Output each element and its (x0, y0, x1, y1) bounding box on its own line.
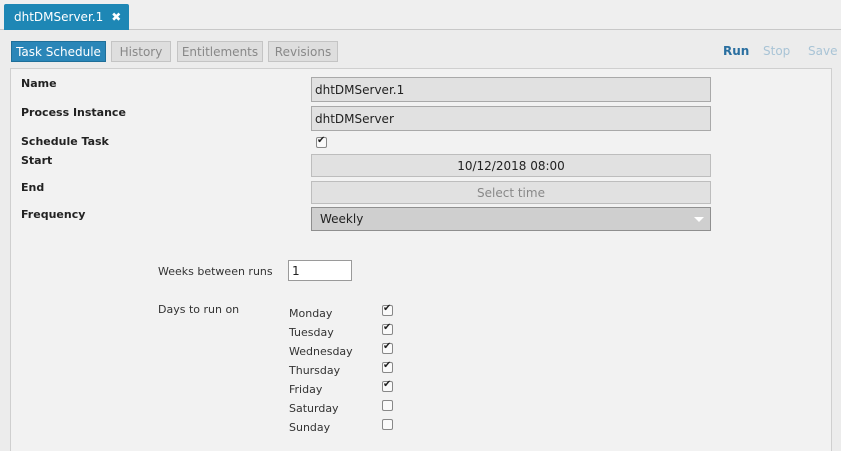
day-label-saturday: Saturday (289, 402, 339, 415)
name-label: Name (21, 77, 57, 90)
tab-entitlements[interactable]: Entitlements (177, 41, 263, 62)
days-to-run-on-label: Days to run on (158, 303, 240, 316)
document-tab[interactable]: dhtDMServer.1 ✖ (4, 4, 130, 30)
weeks-between-runs-input[interactable]: 1 (288, 260, 352, 281)
tab-revisions[interactable]: Revisions (268, 41, 338, 62)
schedule-task-checkbox[interactable] (316, 135, 327, 148)
tab-task-schedule[interactable]: Task Schedule (11, 41, 106, 62)
day-checkbox-thursday[interactable] (382, 360, 393, 373)
stop-button[interactable]: Stop (763, 44, 790, 58)
day-checkbox-wednesday[interactable] (382, 341, 393, 354)
document-tab-label: dhtDMServer.1 (14, 10, 104, 24)
save-button[interactable]: Save (808, 44, 837, 58)
close-icon[interactable]: ✖ (111, 11, 121, 23)
frequency-value: Weekly (320, 212, 364, 226)
weeks-between-runs-label: Weeks between runs (158, 265, 273, 278)
day-checkbox-saturday[interactable] (382, 400, 393, 411)
chevron-down-icon (694, 217, 704, 222)
day-label-monday: Monday (289, 307, 333, 320)
process-instance-label: Process Instance (21, 106, 126, 119)
day-label-wednesday: Wednesday (289, 345, 353, 358)
end-label: End (21, 181, 45, 194)
run-button[interactable]: Run (723, 44, 749, 58)
day-checkbox-tuesday[interactable] (382, 322, 393, 335)
day-label-sunday: Sunday (289, 421, 331, 434)
process-instance-field[interactable]: dhtDMServer (311, 106, 711, 131)
frequency-label: Frequency (21, 208, 86, 221)
day-checkbox-sunday[interactable] (382, 419, 393, 430)
schedule-task-label: Schedule Task (21, 135, 109, 148)
tab-history[interactable]: History (111, 41, 171, 62)
day-checkbox-friday[interactable] (382, 379, 393, 392)
frequency-select[interactable]: Weekly (311, 207, 711, 231)
start-label: Start (21, 154, 53, 167)
end-datetime-field[interactable]: Select time (311, 181, 711, 204)
day-checkbox-monday[interactable] (382, 303, 393, 316)
name-field[interactable]: dhtDMServer.1 (311, 77, 711, 102)
start-datetime-field[interactable]: 10/12/2018 08:00 (311, 154, 711, 177)
document-tab-bar: dhtDMServer.1 ✖ (0, 0, 841, 30)
day-label-thursday: Thursday (289, 364, 341, 377)
day-label-friday: Friday (289, 383, 323, 396)
day-label-tuesday: Tuesday (289, 326, 334, 339)
